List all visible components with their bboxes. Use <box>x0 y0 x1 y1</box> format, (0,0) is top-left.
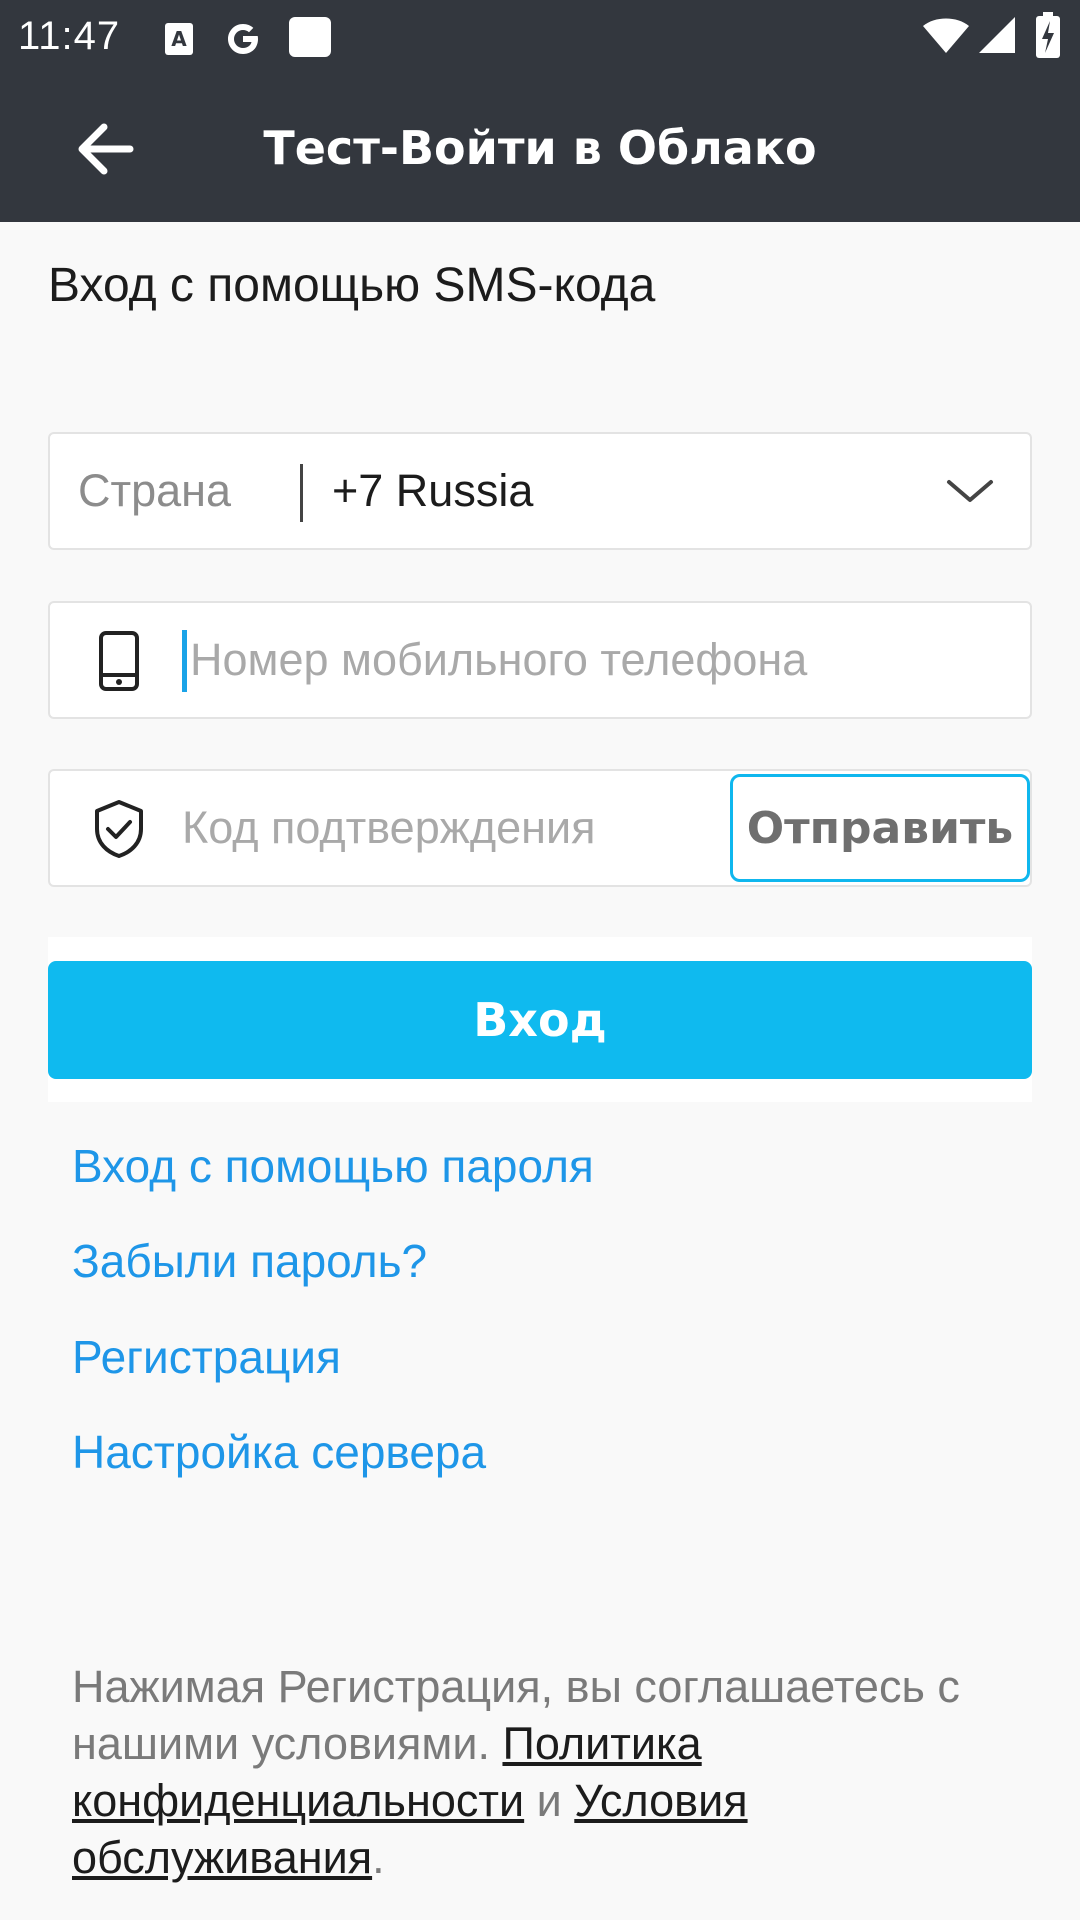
phone-field[interactable]: Номер мобильного телефона <box>48 601 1032 719</box>
status-time: 11:47 <box>18 14 121 58</box>
google-icon <box>228 24 258 54</box>
a-notification-icon: A <box>165 23 193 55</box>
svg-text:A: A <box>171 27 187 51</box>
send-code-button[interactable]: Отправить <box>730 774 1030 882</box>
battery-charging-icon <box>1036 12 1060 58</box>
register-link[interactable]: Регистрация <box>72 1330 341 1384</box>
terms-suffix: . <box>372 1832 385 1883</box>
arrow-left-icon <box>78 123 134 175</box>
mobile-phone-icon <box>99 631 139 691</box>
status-bar: 11:47 A <box>0 0 1080 75</box>
terms-conjunction: и <box>524 1775 575 1826</box>
verification-code-input[interactable]: Код подтверждения <box>182 771 622 885</box>
password-login-link[interactable]: Вход с помощью пароля <box>72 1139 594 1193</box>
verification-code-field[interactable]: Код подтверждения Отправить <box>48 769 1032 887</box>
phone-input[interactable]: Номер мобильного телефона <box>182 603 882 717</box>
app-bar: Тест-Войти в Облако <box>0 75 1080 222</box>
login-button-container: Вход <box>48 937 1032 1102</box>
chevron-down-icon <box>947 480 993 502</box>
back-button[interactable] <box>66 113 146 185</box>
sms-login-heading: Вход с помощью SMS-кода <box>48 259 656 312</box>
signal-icon <box>979 17 1015 53</box>
country-value: +7 Russia <box>332 465 534 516</box>
wifi-icon <box>923 18 969 53</box>
login-button[interactable]: Вход <box>48 961 1032 1079</box>
forgot-password-link[interactable]: Забыли пароль? <box>72 1234 427 1288</box>
country-selector[interactable]: Страна +7 Russia <box>48 432 1032 550</box>
page-title: Тест-Войти в Облако <box>263 121 817 175</box>
country-label: Страна <box>78 465 232 516</box>
square-notification-icon <box>289 17 331 57</box>
server-settings-link[interactable]: Настройка сервера <box>72 1425 486 1479</box>
shield-check-icon <box>95 800 143 858</box>
country-divider <box>300 464 303 522</box>
terms-notice: Нажимая Регистрация, вы соглашаетесь с н… <box>72 1658 1032 1886</box>
